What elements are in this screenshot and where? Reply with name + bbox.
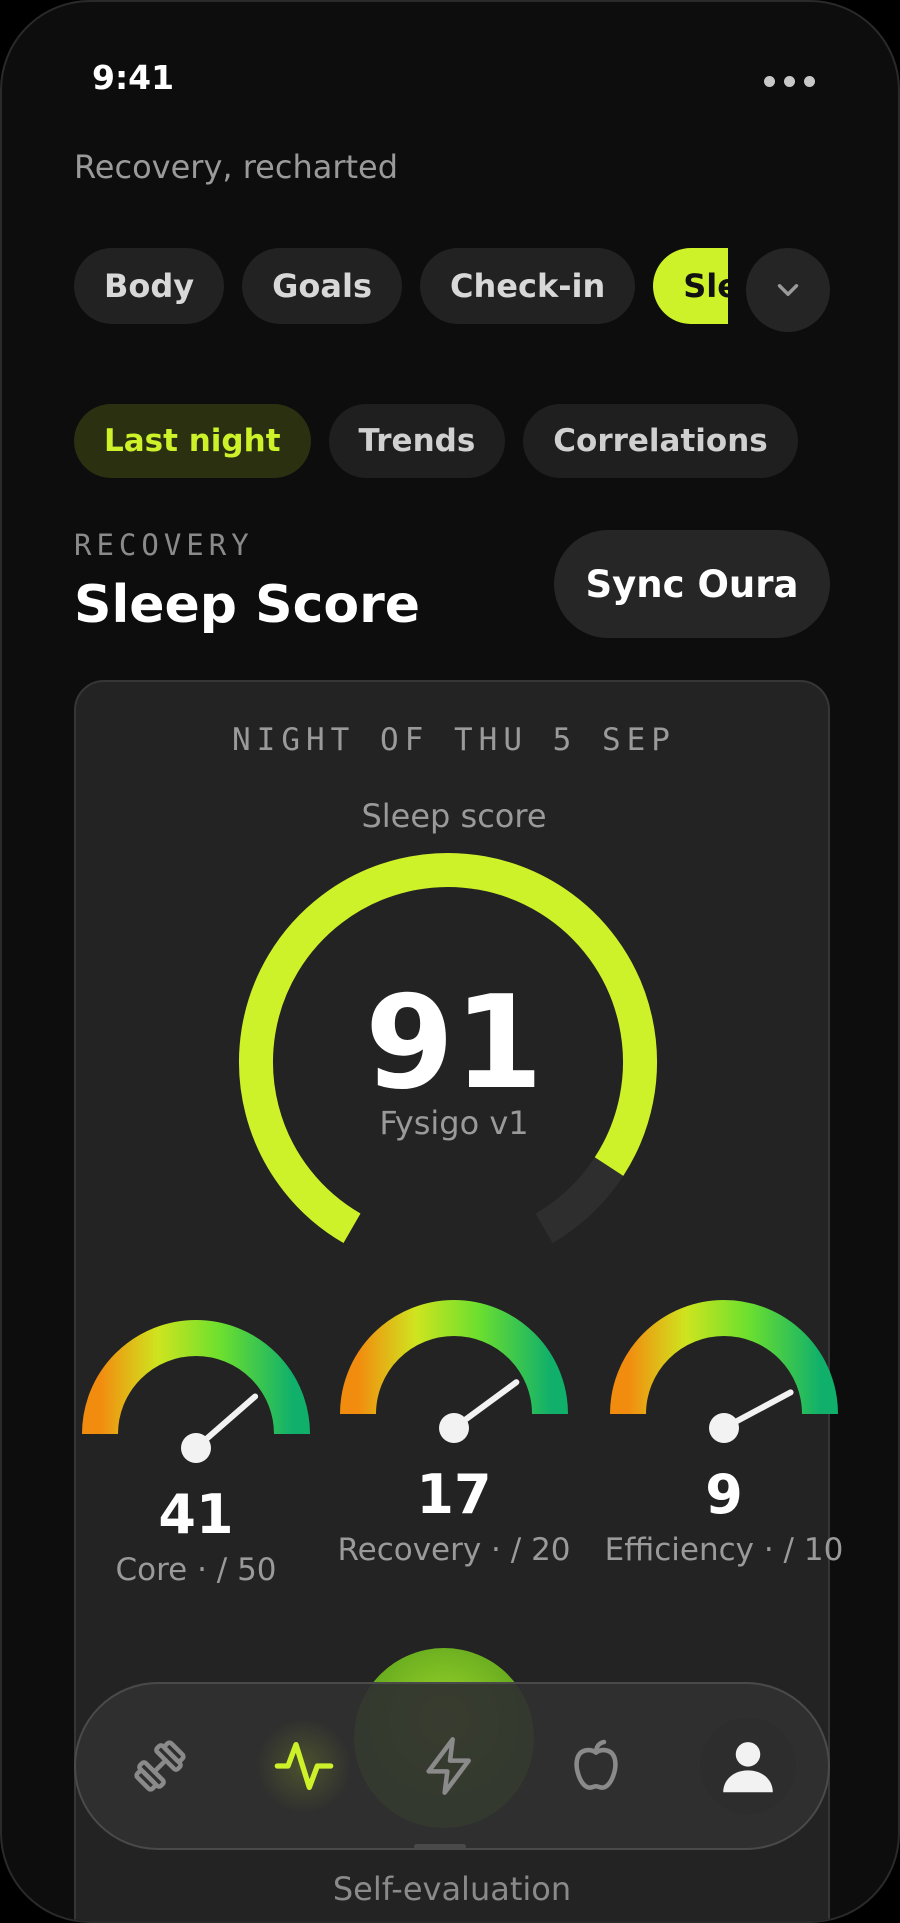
- sleep-score-value: 91: [364, 969, 544, 1118]
- tab-profile[interactable]: [700, 1718, 796, 1814]
- efficiency-value: 9: [705, 1463, 743, 1526]
- subscore-needle-hub: [439, 1413, 469, 1443]
- recovery-gauge: [340, 1300, 568, 1443]
- section-eyebrow: RECOVERY: [74, 528, 254, 562]
- core-gauge: [82, 1320, 310, 1463]
- apple-icon: [574, 1739, 618, 1790]
- tab-last-night[interactable]: Last night: [74, 404, 311, 478]
- lightning-icon: [426, 1737, 471, 1795]
- tab-trends[interactable]: Trends: [328, 404, 506, 478]
- chip-body[interactable]: Body: [74, 248, 225, 324]
- phone-screen: 9:41 Recovery, recharted Body Goals Chec…: [0, 0, 900, 1923]
- activity-pulse-icon: [274, 1742, 334, 1790]
- core-label: Core · / 50: [115, 1552, 277, 1588]
- tab-workouts[interactable]: [112, 1718, 208, 1814]
- chip-check-in[interactable]: Check-in: [420, 248, 636, 324]
- efficiency-gauge: [610, 1300, 838, 1443]
- score-caption: Fysigo v1: [379, 1104, 529, 1142]
- subscore-arc: [82, 1320, 310, 1435]
- core-value: 41: [158, 1483, 234, 1546]
- sync-oura-button[interactable]: Sync Oura: [554, 530, 830, 638]
- subscore-needle-hub: [709, 1413, 739, 1443]
- expand-chips-button[interactable]: [746, 248, 830, 332]
- more-options-icon[interactable]: [764, 76, 815, 87]
- sleep-view-tabs: Last night Trends Correlations: [74, 404, 798, 478]
- profile-avatar-icon: [723, 1742, 773, 1793]
- subscore-arc: [340, 1300, 568, 1415]
- category-chips: Body Goals Check-in Sleep: [74, 248, 728, 324]
- bottom-tab-bar: [74, 1682, 830, 1850]
- chevron-down-icon: [777, 284, 799, 296]
- recovery-label: Recovery · / 20: [337, 1532, 571, 1568]
- tab-nutrition[interactable]: [548, 1718, 644, 1814]
- subscore-needle-hub: [181, 1433, 211, 1463]
- status-time: 9:41: [92, 58, 175, 97]
- home-indicator: [414, 1844, 466, 1849]
- section-title: Sleep Score: [74, 575, 421, 635]
- chip-goals[interactable]: Goals: [242, 248, 402, 324]
- tab-sleep-activity[interactable]: [256, 1718, 352, 1814]
- dumbbell-icon: [134, 1740, 186, 1792]
- recovery-value: 17: [416, 1463, 492, 1526]
- page-subtitle: Recovery, recharted: [74, 148, 399, 186]
- subscore-arc: [610, 1300, 838, 1415]
- chip-sleep[interactable]: Sleep: [653, 248, 728, 324]
- efficiency-label: Efficiency · / 10: [604, 1532, 844, 1568]
- tab-correlations[interactable]: Correlations: [523, 404, 798, 478]
- tab-energy[interactable]: [402, 1718, 498, 1814]
- self-evaluation-label: Self-evaluation: [332, 1870, 572, 1908]
